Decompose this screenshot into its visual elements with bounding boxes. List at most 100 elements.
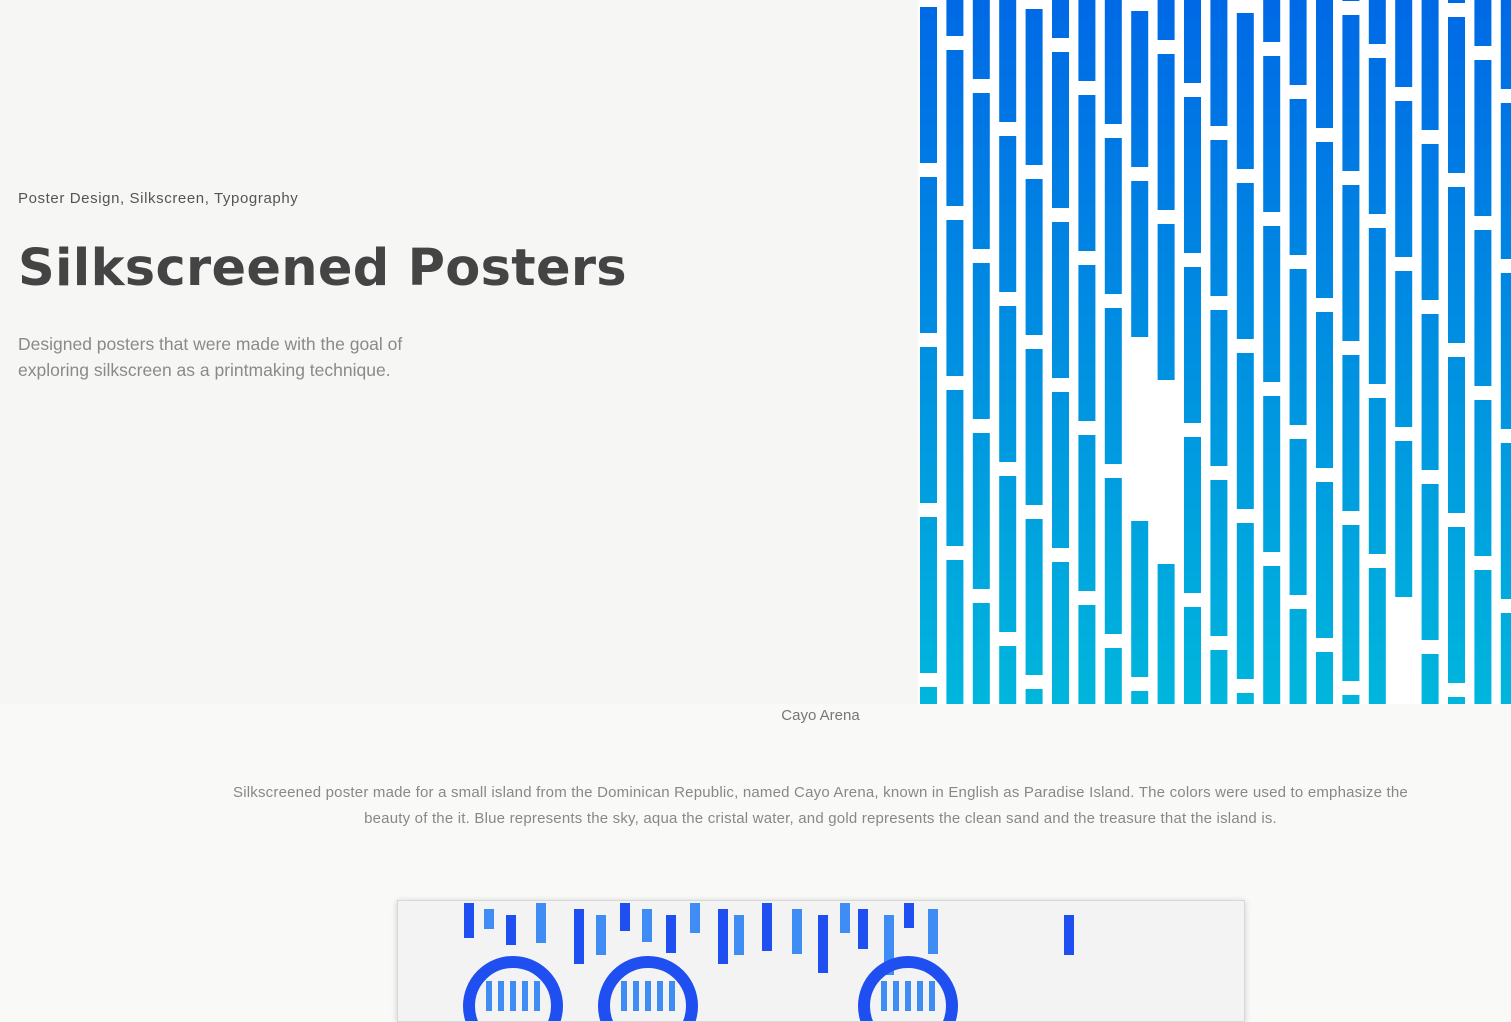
pattern-bar (1342, 0, 1360, 1)
pattern-bar (1078, 605, 1096, 704)
pattern-bar (1184, 437, 1201, 593)
pattern-bar (1157, 54, 1175, 210)
preview-bar (718, 909, 728, 964)
pattern-bar (1500, 273, 1511, 429)
preview-bar (574, 909, 584, 964)
pattern-bar (1025, 179, 1043, 335)
pattern-bar (1210, 0, 1228, 126)
pattern-bar (1500, 613, 1511, 704)
preview-inner-bar (917, 981, 923, 1011)
pattern-bar (1052, 222, 1069, 378)
preview-inner-bar (498, 981, 504, 1011)
pattern-bar (1421, 314, 1439, 470)
preview-bar (818, 915, 828, 973)
pattern-bar (1395, 101, 1413, 257)
page-title: Silkscreened Posters (18, 239, 627, 298)
pattern-bar (1368, 0, 1386, 44)
pattern-bar (1104, 0, 1122, 124)
pattern-bar (1395, 441, 1413, 597)
pattern-bar (1316, 312, 1333, 468)
pattern-bar (1448, 357, 1465, 513)
pattern-bar (1025, 519, 1043, 675)
pattern-bar (1131, 181, 1149, 337)
preview-bar (792, 909, 802, 954)
hero-text: Poster Design, Silkscreen, Typography Si… (18, 190, 658, 383)
pattern-bar (1052, 0, 1069, 38)
project-description: Silkscreened poster made for a small isl… (233, 784, 1408, 827)
pattern-bar (1316, 142, 1333, 298)
preview-inner-bar (510, 981, 516, 1011)
pattern-bar (946, 50, 964, 206)
pattern-bar (920, 177, 937, 333)
preview-bar (642, 909, 652, 942)
pattern-bar (1131, 691, 1149, 704)
preview-bar (464, 903, 474, 938)
pattern-bar (920, 517, 937, 673)
pattern-bar (1421, 484, 1439, 640)
pattern-bar (1421, 144, 1439, 300)
pattern-bar (1263, 0, 1281, 42)
pattern-bar (1448, 697, 1465, 704)
preview-bar (536, 903, 546, 943)
pattern-bar (1474, 400, 1492, 556)
pattern-bar (999, 136, 1017, 292)
pattern-bar (972, 263, 990, 419)
preview-inner-bar (633, 981, 639, 1011)
pattern-bar (972, 93, 990, 249)
pattern-bar (1184, 0, 1201, 83)
preview-bar (506, 915, 516, 945)
preview-inner-bar (929, 981, 935, 1011)
pattern-bar (1395, 271, 1413, 427)
pattern-bar (1025, 9, 1043, 165)
preview-bar (762, 903, 772, 951)
preview-inner-bar (522, 981, 528, 1011)
pattern-bar (1236, 13, 1254, 169)
pattern-bar (1368, 58, 1386, 214)
pattern-bar (1078, 435, 1096, 591)
bar-pattern-graphic (920, 0, 1511, 704)
preview-inner-bar (645, 981, 651, 1011)
pattern-bar (1316, 0, 1333, 128)
pattern-bar (1210, 140, 1228, 296)
pattern-bar (1157, 224, 1175, 380)
pattern-bar (1368, 228, 1386, 384)
pattern-bar (1104, 478, 1122, 634)
preview-bar (858, 909, 868, 949)
pattern-bar (1316, 482, 1333, 638)
pattern-bar (946, 560, 964, 704)
pattern-bar (999, 0, 1017, 122)
pattern-bar (1078, 95, 1096, 251)
hero-section: Poster Design, Silkscreen, Typography Si… (0, 0, 1511, 704)
pattern-bar (920, 7, 937, 163)
pattern-bar (1078, 0, 1096, 81)
pattern-bar (1157, 564, 1175, 704)
pattern-bar (1342, 525, 1360, 681)
pattern-bar (920, 687, 937, 704)
pattern-bar (1368, 568, 1386, 704)
preview-bar (904, 903, 914, 928)
preview-bar (690, 903, 700, 933)
pattern-bar (1184, 97, 1201, 253)
poster-preview-image[interactable] (397, 900, 1245, 1022)
preview-inner-bar (486, 981, 492, 1011)
pattern-bar (1342, 695, 1360, 704)
pattern-bar (1342, 355, 1360, 511)
pattern-bar (1448, 0, 1465, 3)
pattern-bar (1210, 650, 1228, 704)
hero-poster-image (918, 0, 1511, 704)
pattern-bar (1157, 0, 1175, 40)
pattern-bar (1316, 652, 1333, 704)
pattern-bar (1236, 353, 1254, 509)
page-subtitle: Designed posters that were made with the… (18, 334, 403, 381)
pattern-bar (1236, 693, 1254, 704)
preview-inner-bar (881, 981, 887, 1011)
pattern-bar (1210, 480, 1228, 636)
preview-bar (596, 915, 606, 955)
pattern-bar (1500, 103, 1511, 259)
pattern-bar (1474, 570, 1492, 704)
pattern-bar (1342, 185, 1360, 341)
pattern-bar (1500, 0, 1511, 89)
pattern-bar (920, 347, 937, 503)
pattern-bar (1368, 398, 1386, 554)
pattern-bar (999, 476, 1017, 632)
